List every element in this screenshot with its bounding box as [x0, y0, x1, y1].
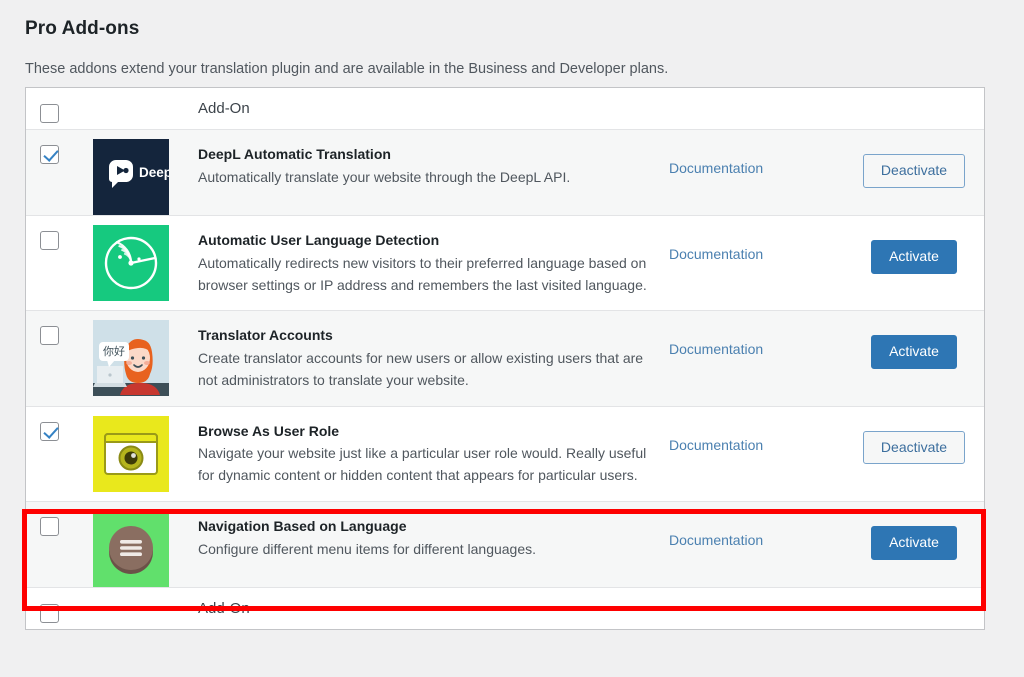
row-action-cell: Deactivate: [844, 130, 984, 215]
footer-addon-cell: Add-On: [178, 588, 669, 629]
row-action-cell: Deactivate: [844, 407, 984, 501]
footer-icon-cell: [73, 588, 178, 629]
row-checkbox[interactable]: [40, 145, 59, 164]
row-checkbox[interactable]: [40, 421, 59, 441]
pro-addons-page: Pro Add-ons These addons extend your tra…: [0, 0, 1024, 677]
row-icon-cell: 你好: [73, 311, 178, 405]
addon-description: Create translator accounts for new users…: [198, 350, 644, 388]
hamburger-menu-icon: [93, 510, 169, 587]
table-header-row: Add-On: [26, 88, 984, 130]
row-icon-cell: [73, 216, 178, 310]
row-action-cell: Activate: [844, 311, 984, 405]
addon-title: Automatic User Language Detection: [198, 232, 440, 248]
row-doc-cell: Documentation: [669, 311, 844, 405]
row-text-cell: Automatic User Language Detection Automa…: [178, 216, 669, 310]
header-action-cell: [844, 88, 984, 129]
addon-title: DeepL Automatic Translation: [198, 146, 391, 162]
row-text-cell: Navigation Based on Language Configure d…: [178, 502, 669, 587]
row-text-cell: DeepL Automatic Translation Automaticall…: [178, 130, 669, 215]
row-checkbox-cell: [26, 502, 73, 587]
translator-person-icon: 你好: [93, 320, 169, 397]
addon-description: Configure different menu items for diffe…: [198, 540, 537, 557]
deactivate-button[interactable]: Deactivate: [862, 430, 966, 465]
row-action-cell: Activate: [844, 502, 984, 587]
table-row: Browse As User Role Navigate your websit…: [26, 406, 984, 502]
page-description: These addons extend your translation plu…: [25, 61, 669, 77]
footer-select-all-cell: [26, 588, 73, 629]
table-footer-row: Add-On: [26, 587, 984, 629]
documentation-link[interactable]: Documentation: [669, 160, 763, 176]
header-addon-cell: Add-On: [178, 88, 669, 129]
header-icon-cell: [73, 88, 178, 129]
footer-doc-cell: [669, 588, 844, 629]
addon-title: Browse As User Role: [198, 422, 340, 439]
row-checkbox[interactable]: [40, 516, 59, 536]
row-checkbox-cell: [26, 216, 73, 310]
browser-eye-icon: [93, 415, 169, 492]
deepl-logo-icon: DeepL: [93, 139, 169, 215]
row-doc-cell: Documentation: [669, 216, 844, 310]
row-checkbox-cell: [26, 407, 73, 501]
documentation-link[interactable]: Documentation: [669, 246, 763, 262]
addon-description: Automatically redirects new visitors to …: [198, 254, 647, 293]
activate-button[interactable]: Activate: [871, 335, 957, 370]
addon-description: Navigate your website just like a partic…: [198, 445, 647, 484]
header-addon-label: Add-On: [198, 100, 250, 117]
addon-title: Navigation Based on Language: [198, 517, 407, 534]
footer-action-cell: [844, 588, 984, 629]
svg-text:DeepL: DeepL: [139, 165, 169, 180]
header-select-all-cell: [26, 88, 73, 129]
documentation-link[interactable]: Documentation: [669, 341, 763, 357]
row-checkbox[interactable]: [40, 231, 59, 250]
activate-button[interactable]: Activate: [871, 240, 957, 274]
table-row: 你好 Translator Accounts Create translator…: [26, 311, 984, 407]
deactivate-button[interactable]: Deactivate: [862, 154, 966, 188]
addons-table: Add-On DeepL: [25, 87, 985, 630]
row-doc-cell: Documentation: [669, 407, 844, 501]
row-icon-cell: [73, 407, 178, 501]
table-row: Automatic User Language Detection Automa…: [26, 216, 984, 312]
svg-text:你好: 你好: [103, 344, 125, 358]
row-doc-cell: Documentation: [669, 130, 844, 215]
addon-title: Translator Accounts: [198, 327, 333, 344]
row-checkbox-cell: [26, 311, 73, 405]
footer-addon-label: Add-On: [198, 599, 250, 617]
row-icon-cell: [73, 502, 178, 587]
documentation-link[interactable]: Documentation: [669, 532, 763, 548]
row-icon-cell: DeepL: [73, 130, 178, 215]
radar-detection-icon: [93, 225, 169, 301]
row-checkbox[interactable]: [40, 326, 59, 346]
page-title: Pro Add-ons: [25, 18, 140, 39]
row-doc-cell: Documentation: [669, 502, 844, 587]
select-all-checkbox-footer[interactable]: [40, 603, 59, 623]
row-text-cell: Browse As User Role Navigate your websit…: [178, 407, 669, 501]
addon-description: Automatically translate your website thr…: [198, 168, 571, 185]
select-all-checkbox[interactable]: [40, 104, 59, 123]
row-checkbox-cell: [26, 130, 73, 215]
activate-button[interactable]: Activate: [871, 525, 957, 560]
table-row: DeepL DeepL Automatic Translation Automa…: [26, 130, 984, 216]
row-text-cell: Translator Accounts Create translator ac…: [178, 311, 669, 405]
documentation-link[interactable]: Documentation: [669, 437, 763, 453]
row-action-cell: Activate: [844, 216, 984, 310]
header-doc-cell: [669, 88, 844, 129]
table-row: Navigation Based on Language Configure d…: [26, 501, 984, 588]
